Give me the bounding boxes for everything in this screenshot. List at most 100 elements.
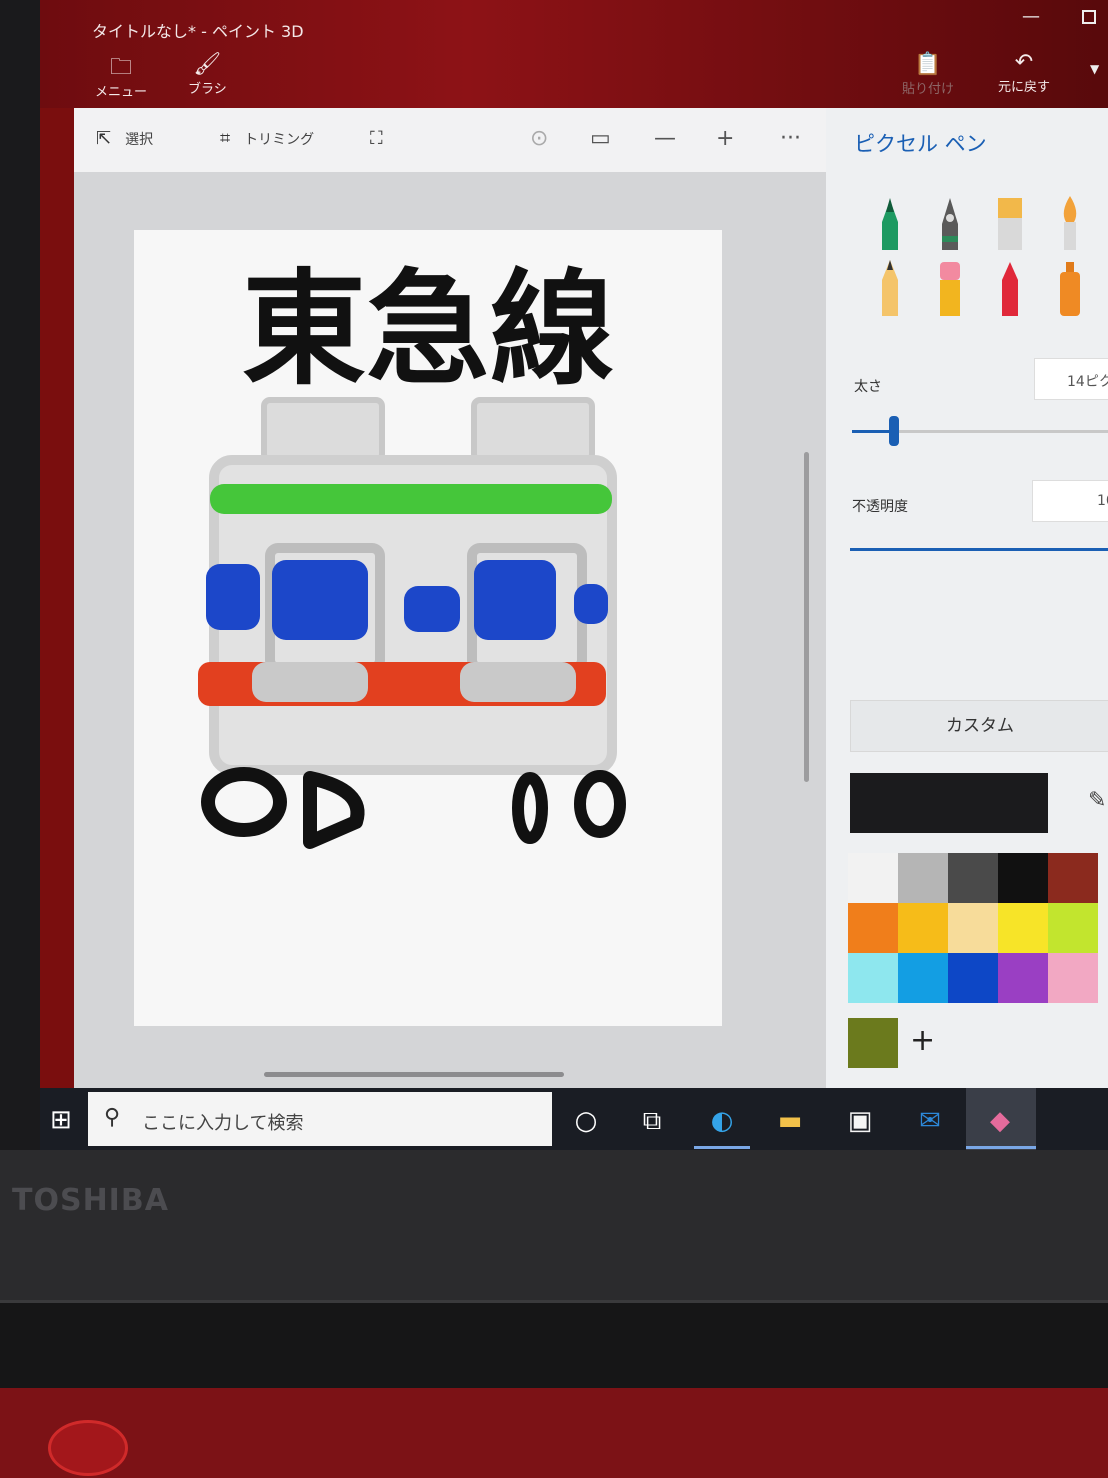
spray-can-icon[interactable]	[1050, 258, 1090, 316]
palette-swatch[interactable]	[998, 903, 1048, 953]
canvas-area: 東急線	[74, 172, 826, 1098]
thickness-slider-fill	[852, 430, 894, 433]
marker-icon[interactable]	[870, 192, 910, 250]
palette-swatch[interactable]	[998, 953, 1048, 1003]
palette-swatch[interactable]	[848, 903, 898, 953]
wheel-3	[512, 772, 548, 844]
calligraphy-pen-icon[interactable]	[930, 192, 970, 250]
eyedropper-icon[interactable]: ✎	[1088, 788, 1106, 813]
custom-color-swatch[interactable]	[848, 1018, 898, 1068]
mail-icon[interactable]: ✉	[910, 1102, 950, 1140]
window-5	[574, 584, 608, 624]
panel-title: ピクセル ペン	[854, 132, 987, 156]
current-color-swatch[interactable]	[850, 773, 1048, 833]
magic-select-tool[interactable]: ⛶	[370, 128, 397, 149]
search-icon: ⚲	[104, 1105, 121, 1130]
zoom-out-icon[interactable]: —	[654, 126, 676, 151]
power-button[interactable]	[48, 1420, 128, 1476]
crop-tool[interactable]: ⌗ トリミング	[220, 128, 314, 149]
brushes-button[interactable]: 🖌 ブラシ	[188, 52, 227, 97]
file-explorer-icon[interactable]: ▬	[770, 1102, 810, 1140]
palette-swatch[interactable]	[948, 853, 998, 903]
laptop-brand: TOSHIBA	[12, 1183, 169, 1218]
palette-swatch[interactable]	[848, 953, 898, 1003]
window-3	[404, 586, 460, 632]
horizontal-scrollbar[interactable]	[264, 1072, 564, 1077]
zoom-in-icon[interactable]: +	[716, 126, 734, 151]
undo-button[interactable]: ↶ 元に戻す	[998, 50, 1050, 95]
palette-swatch[interactable]	[998, 853, 1048, 903]
laptop-bezel-bottom	[0, 1150, 1108, 1310]
laptop-hinge	[0, 1300, 1108, 1390]
pencil-icon[interactable]	[870, 258, 910, 316]
more-icon[interactable]: ···	[780, 126, 801, 151]
palette-swatch[interactable]	[948, 903, 998, 953]
clipboard-icon: 📋	[914, 52, 942, 77]
taskbar-search[interactable]: ⚲ ここに入力して検索	[88, 1092, 552, 1146]
canvas-toolbar: ⇱ 選択 ⌗ トリミング ⛶ ⊙ ▭ — + ···	[74, 108, 826, 172]
wheel-4	[574, 770, 626, 838]
windows-start-icon[interactable]: ⊞	[50, 1105, 72, 1135]
train-drawing: 東急線	[198, 257, 626, 849]
crayon-icon[interactable]	[990, 258, 1030, 316]
window-2	[272, 560, 368, 640]
app-title: タイトルなし* - ペイント 3D	[92, 22, 304, 41]
palette-swatch[interactable]	[948, 953, 998, 1003]
custom-color-button[interactable]: カスタム	[850, 700, 1108, 752]
chevron-down-icon[interactable]: ▼	[1090, 62, 1099, 76]
thickness-label: 太さ	[854, 379, 882, 395]
vertical-scrollbar[interactable]	[804, 452, 809, 782]
window-4	[474, 560, 556, 640]
door-panel-left	[252, 662, 368, 702]
edge-icon[interactable]: ◐	[702, 1102, 742, 1140]
opacity-input[interactable]: 10	[1032, 480, 1108, 522]
brush-icon: 🖌	[193, 52, 222, 77]
palette-swatch[interactable]	[848, 853, 898, 903]
minimize-button[interactable]: —	[1022, 6, 1040, 27]
cortana-icon[interactable]: ○	[566, 1102, 606, 1140]
wheel-1	[201, 767, 287, 837]
palette-swatch[interactable]	[1048, 903, 1098, 953]
thickness-slider-thumb[interactable]	[888, 416, 899, 446]
palette-swatch[interactable]	[1048, 853, 1098, 903]
menu-button[interactable]: 🗀 メニュー	[95, 55, 147, 100]
pointer-icon: ⇱	[96, 128, 112, 149]
task-view-icon[interactable]: ⧉	[632, 1102, 672, 1140]
screen: タイトルなし* - ペイント 3D — 🗀 メニュー 🖌 ブラシ 📋 貼り付け …	[40, 0, 1108, 1168]
drawing-canvas[interactable]: 東急線	[134, 230, 722, 1026]
undo-label: 元に戻す	[998, 80, 1051, 95]
maximize-button[interactable]	[1082, 10, 1096, 24]
flag-icon[interactable]: ▭	[590, 126, 611, 151]
window-1	[206, 564, 260, 630]
palette-swatch[interactable]	[1048, 953, 1098, 1003]
search-placeholder: ここに入力して検索	[142, 1113, 304, 1134]
thickness-input[interactable]: 14ピク	[1034, 358, 1108, 400]
thickness-slider[interactable]	[852, 416, 1108, 446]
pantograph-left	[261, 397, 385, 463]
undo-icon: ↶	[1014, 50, 1034, 75]
add-color-button[interactable]: +	[910, 1023, 935, 1058]
select-tool[interactable]: ⇱ 選択	[96, 128, 153, 149]
palette-swatch[interactable]	[898, 853, 948, 903]
canvas-title-text: 東急線	[242, 257, 614, 402]
watercolor-icon[interactable]	[1050, 192, 1090, 250]
brush-panel: ピクセル ペン 太さ 14ピク 不透明度 1 カスタム ✎ +	[826, 108, 1108, 1098]
paste-button[interactable]: 📋 貼り付け	[902, 52, 954, 97]
palette-swatch[interactable]	[898, 903, 948, 953]
eraser-icon[interactable]	[930, 258, 970, 316]
brushes-label: ブラシ	[188, 82, 227, 97]
folder-icon: 🗀	[110, 55, 133, 80]
store-icon[interactable]: ▣	[840, 1102, 880, 1140]
magic-select-icon: ⛶	[370, 128, 383, 149]
opacity-label: 不透明度	[852, 499, 908, 515]
paste-label: 貼り付け	[902, 82, 955, 97]
crop-icon: ⌗	[220, 128, 231, 149]
select-label: 選択	[125, 132, 154, 148]
oil-brush-icon[interactable]	[990, 192, 1030, 250]
mixed-reality-icon[interactable]: ⊙	[530, 126, 548, 151]
door-panel-right	[460, 662, 576, 702]
paint-3d-icon[interactable]: ◆	[980, 1102, 1020, 1140]
laptop-base	[0, 1388, 1108, 1478]
opacity-slider[interactable]	[850, 548, 1108, 551]
palette-swatch[interactable]	[898, 953, 948, 1003]
